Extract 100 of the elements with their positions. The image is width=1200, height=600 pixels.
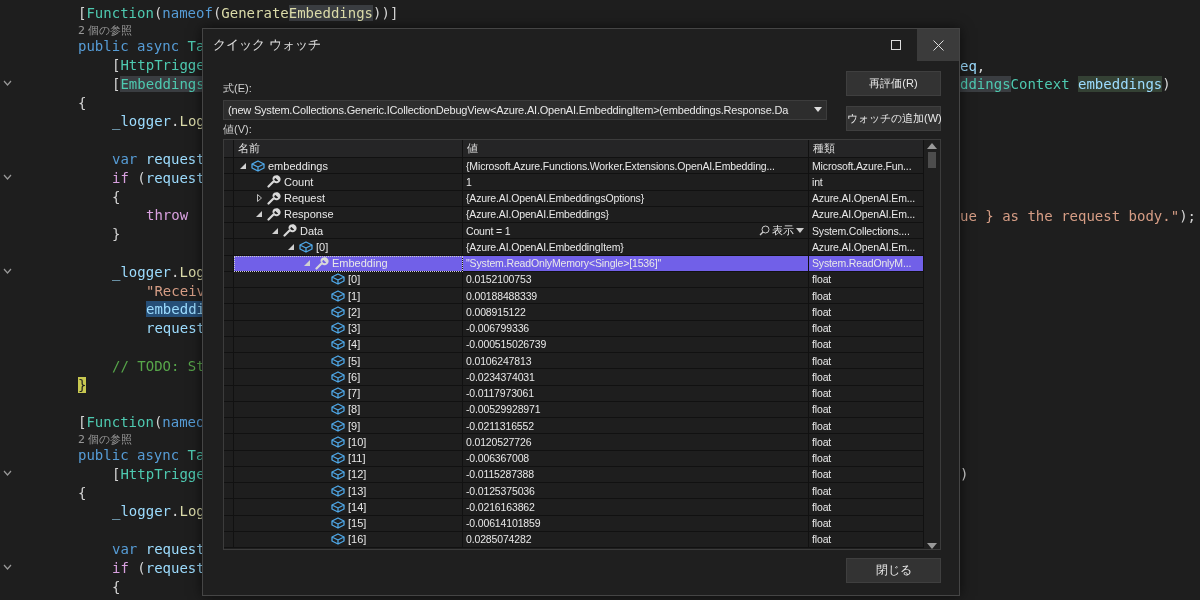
watch-row[interactable]: embeddings {Microsoft.Azure.Functions.Worker.Extensions.OpenAI.Embedding... Microsoft.Azure.Fun... (224, 158, 924, 175)
variable-value: -0.0117973061 (466, 387, 535, 400)
watch-row[interactable]: [9] -0.0211316552 float (224, 418, 924, 435)
fold-chevron-icon[interactable] (3, 268, 12, 276)
watch-row[interactable]: Data Count = 1 表示 System.Collections.... (224, 223, 924, 240)
watch-row[interactable]: [2] 0.008915122 float (224, 304, 924, 321)
variable-value: -0.0125375036 (466, 484, 536, 497)
watch-row[interactable]: [15] -0.00614101859 float (224, 515, 924, 532)
watch-row[interactable]: [4] -0.000515026739 float (224, 336, 924, 353)
code-line: { (112, 578, 121, 595)
variable-name: [10] (348, 435, 367, 448)
fold-chevron-icon[interactable] (3, 564, 12, 572)
variable-value: Count = 1 (466, 224, 512, 237)
cube-icon (331, 305, 345, 318)
dialog-button[interactable]: 再評価(R) (846, 71, 941, 96)
watch-row[interactable]: Response {Azure.AI.OpenAI.Embeddings} Azure.AI.OpenAI.Em... (224, 206, 924, 223)
watch-row[interactable]: [5] 0.0106247813 float (224, 353, 924, 370)
code-line: [Embeddings (112, 75, 205, 92)
variable-name: [16] (348, 533, 367, 546)
dialog-title: クイック ウォッチ (212, 36, 322, 54)
variable-type: float (812, 419, 833, 432)
watch-row[interactable]: [7] -0.0117973061 float (224, 385, 924, 402)
collapsed-arrow-icon[interactable] (256, 194, 262, 203)
variable-value: {Azure.AI.OpenAI.EmbeddingsOptions} (466, 192, 646, 205)
variable-type: float (812, 484, 833, 497)
code-line: [Function(nameof(GenerateEmbeddings))] (78, 5, 399, 22)
expanded-arrow-icon[interactable] (256, 211, 262, 218)
cube-icon (331, 533, 345, 546)
variable-value: 0.0285074282 (466, 533, 533, 546)
variable-name: embeddings (268, 159, 328, 172)
watch-row[interactable]: Request {Azure.AI.OpenAI.EmbeddingsOptions} Azure.AI.OpenAI.Em... (224, 190, 924, 207)
variable-name: [4] (348, 338, 361, 351)
wrench-icon (267, 175, 281, 189)
expression-combobox[interactable]: (new System.Collections.Generic.ICollectionDebugView<Azure.AI.OpenAI.EmbeddingItem>(embeddings.Response.Da (223, 100, 827, 120)
variable-type: Azure.AI.OpenAI.Em... (812, 240, 917, 253)
expression-label: 式(E): (223, 81, 253, 96)
variable-value: -0.0234374031 (466, 370, 536, 383)
variable-name: [0] (316, 240, 329, 253)
scroll-thumb[interactable] (928, 152, 936, 168)
cube-icon (331, 419, 345, 432)
watch-row[interactable]: [14] -0.0216163862 float (224, 499, 924, 516)
watch-row[interactable]: [16] 0.0285074282 float (224, 531, 924, 548)
variable-name: [5] (348, 354, 361, 367)
expanded-arrow-icon[interactable] (288, 243, 294, 250)
variable-type: Azure.AI.OpenAI.Em... (812, 208, 917, 221)
variable-name: Embedding (332, 257, 388, 270)
variable-type: float (812, 305, 833, 318)
wrench-icon (315, 256, 329, 270)
variable-value: -0.0115287388 (466, 468, 535, 481)
watch-row[interactable]: Embedding "System.ReadOnlyMemory<Single>[1536]" System.ReadOnlyM... (224, 255, 924, 272)
code-line: { (112, 188, 121, 205)
variable-name: [2] (348, 305, 361, 318)
code-line: [HttpTrigge (112, 465, 205, 482)
code-line: [HttpTrigge (112, 57, 205, 74)
watch-row[interactable]: [0] {Azure.AI.OpenAI.EmbeddingItem} Azure.AI.OpenAI.Em... (224, 239, 924, 256)
dialog-button[interactable]: ウォッチの追加(W) (846, 106, 941, 131)
scrollbar[interactable] (924, 140, 940, 549)
reference-count-link[interactable]: 2 個の参照 (78, 431, 133, 447)
watch-row[interactable]: [0] 0.0152100753 float (224, 271, 924, 288)
scroll-up-icon (927, 143, 937, 149)
code-line: { (78, 484, 87, 501)
code-line: [Function(nameo (78, 414, 205, 431)
watch-row[interactable]: [6] -0.0234374031 float (224, 369, 924, 386)
cube-icon (331, 322, 345, 335)
variable-type: float (812, 435, 833, 448)
watch-row[interactable]: [8] -0.00529928971 float (224, 401, 924, 418)
watch-row[interactable]: [10] 0.0120527726 float (224, 434, 924, 451)
variable-type: float (812, 354, 833, 367)
cube-icon (331, 387, 345, 400)
cube-icon (331, 370, 345, 383)
close-dialog-button[interactable]: 閉じる (846, 558, 941, 583)
watch-row[interactable]: [3] -0.006799336 float (224, 320, 924, 337)
fold-chevron-icon[interactable] (3, 174, 12, 182)
variable-value: 0.0120527726 (466, 435, 533, 448)
variable-type: float (812, 500, 833, 513)
variable-name: [6] (348, 370, 361, 383)
fold-chevron-icon[interactable] (3, 80, 12, 88)
code-line: ddingsContext embeddings) (960, 76, 1171, 93)
watch-row[interactable]: Count 1 int (224, 174, 924, 191)
value-label: 値(V): (223, 122, 253, 137)
expanded-arrow-icon[interactable] (272, 227, 278, 234)
variable-type: float (812, 387, 833, 400)
cube-icon (331, 468, 345, 481)
variable-value: 0.0152100753 (466, 273, 533, 286)
cube-icon (331, 452, 345, 465)
variable-name: [8] (348, 403, 361, 416)
watch-row[interactable]: [13] -0.0125375036 float (224, 483, 924, 500)
watch-row[interactable]: [1] 0.00188488339 float (224, 288, 924, 305)
watch-row[interactable]: [11] -0.006367008 float (224, 450, 924, 467)
variable-type: float (812, 273, 833, 286)
column-header[interactable]: 名前 (234, 140, 463, 158)
watch-row[interactable]: [12] -0.0115287388 float (224, 466, 924, 483)
fold-chevron-icon[interactable] (3, 470, 12, 478)
variable-type: float (812, 370, 833, 383)
reference-count-link[interactable]: 2 個の参照 (78, 22, 133, 38)
column-header[interactable]: 値 (463, 140, 809, 158)
expanded-arrow-icon[interactable] (240, 162, 246, 169)
visualizer-button[interactable]: 表示 (759, 223, 808, 238)
variable-name: [3] (348, 322, 361, 335)
code-line: "Receiv (146, 282, 205, 299)
